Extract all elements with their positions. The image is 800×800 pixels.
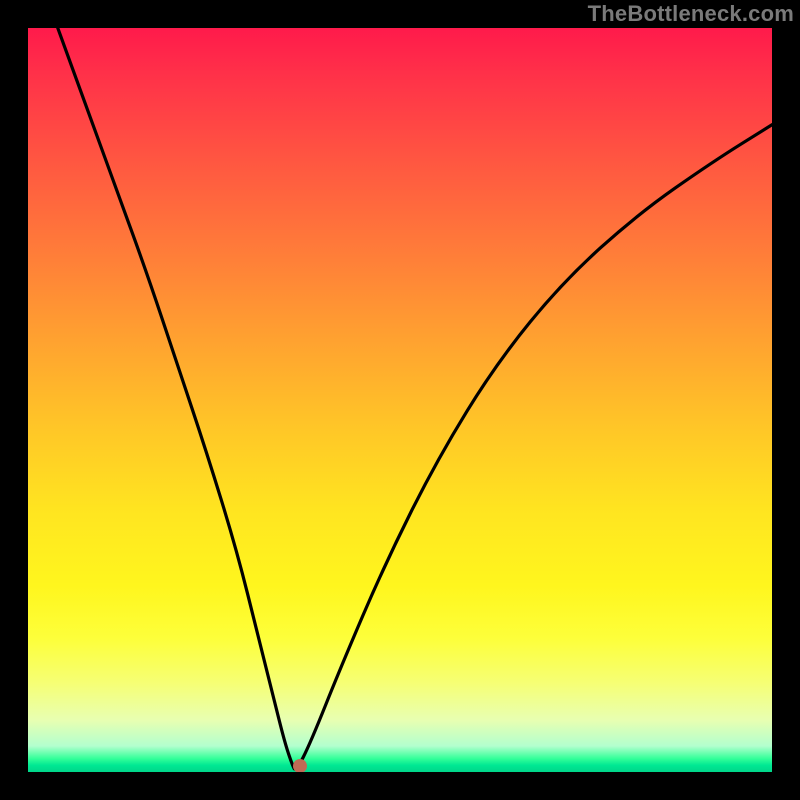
bottleneck-curve	[28, 28, 772, 772]
watermark-text: TheBottleneck.com	[588, 1, 794, 27]
plot-area	[28, 28, 772, 772]
minimum-marker-dot	[293, 759, 307, 772]
chart-frame: TheBottleneck.com	[0, 0, 800, 800]
